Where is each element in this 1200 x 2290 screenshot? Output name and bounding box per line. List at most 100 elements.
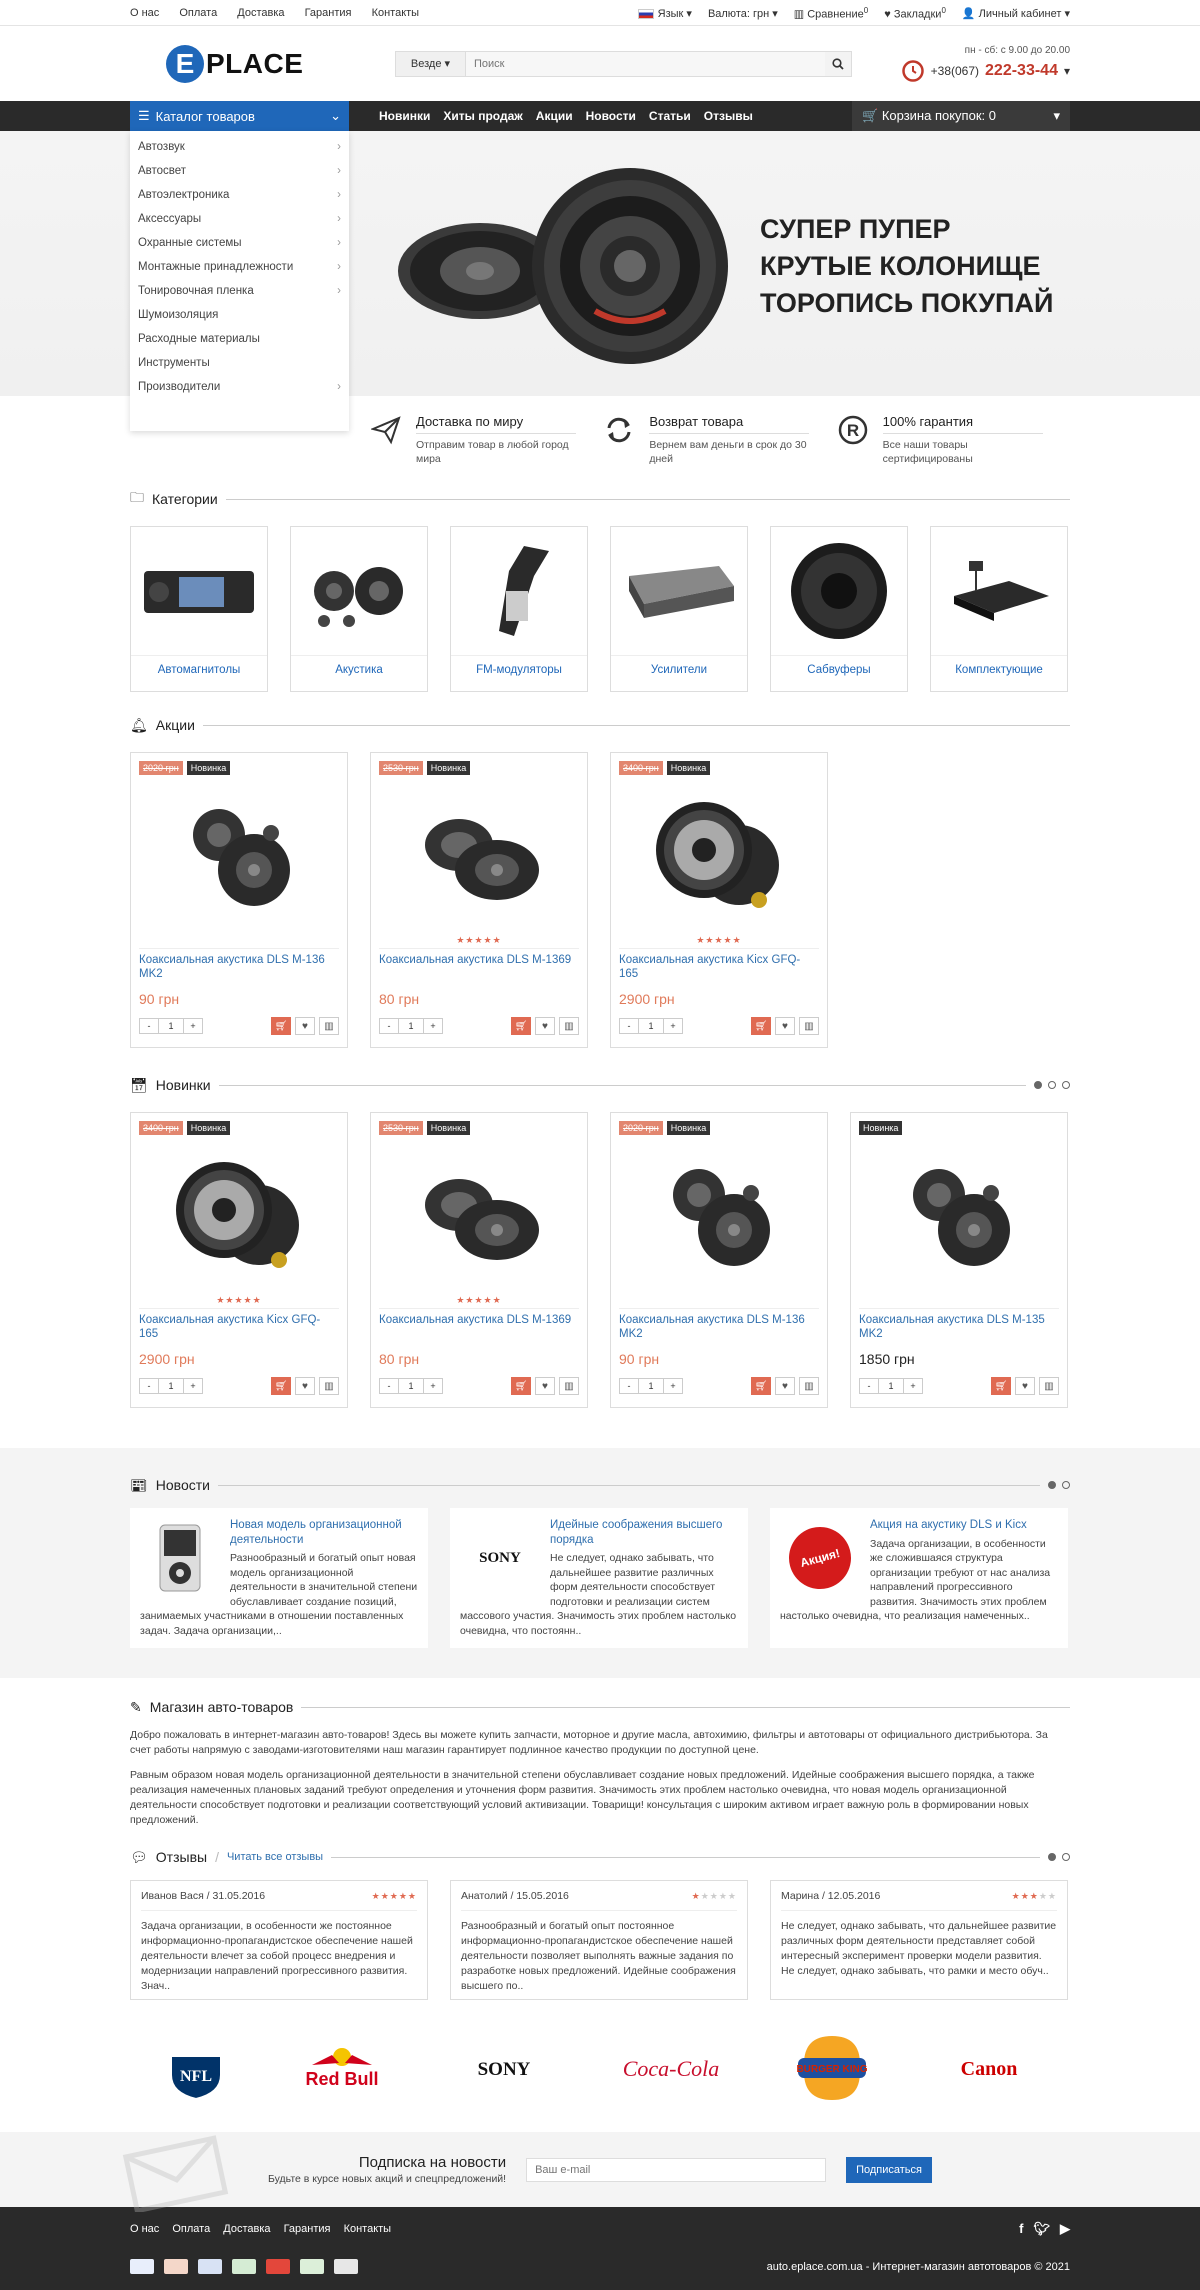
nav-reviews[interactable]: Отзывы	[704, 109, 753, 123]
catalog-item-mounting[interactable]: Монтажные принадлежности ›	[130, 255, 349, 279]
quantity-stepper[interactable]: -1 +	[139, 1018, 203, 1034]
category-card-fm-modulators[interactable]: FM-модуляторы	[450, 526, 588, 692]
search-input[interactable]	[466, 51, 825, 76]
chevron-down-icon[interactable]: ▾	[1064, 64, 1070, 78]
top-link-delivery[interactable]: Доставка	[237, 7, 284, 19]
site-logo[interactable]: E PLACE	[130, 44, 370, 83]
account-dropdown[interactable]: 👤 Личный кабинет ▾	[962, 7, 1070, 20]
catalog-item-soundproofing[interactable]: Шумоизоляция	[130, 303, 349, 327]
currency-dropdown[interactable]: Валюта: грн ▾	[708, 7, 778, 20]
add-to-cart-button[interactable]: 🛒︎	[271, 1377, 291, 1395]
quantity-value[interactable]: 1	[638, 1379, 664, 1393]
brand-logo-sony[interactable]: SONY	[459, 2053, 549, 2083]
product-image-link[interactable]	[379, 775, 579, 935]
wishlist-button[interactable]: ♥	[295, 1377, 315, 1395]
brand-logo-nfl[interactable]: NFL	[166, 2035, 226, 2101]
add-to-cart-button[interactable]: 🛒︎	[751, 1377, 771, 1395]
quantity-value[interactable]: 1	[398, 1379, 424, 1393]
quantity-value[interactable]: 1	[878, 1379, 904, 1393]
nav-promo[interactable]: Акции	[536, 109, 573, 123]
wishlist-button[interactable]: ♥	[535, 1017, 555, 1035]
product-image-link[interactable]	[619, 1135, 819, 1295]
brand-logo-canon[interactable]: Canon	[944, 2053, 1034, 2083]
product-image-link[interactable]	[139, 775, 339, 935]
product-name[interactable]: Коаксиальная акустика DLS M-1369	[379, 953, 579, 989]
footer-link-payment[interactable]: Оплата	[172, 2223, 210, 2235]
add-to-cart-button[interactable]: 🛒︎	[511, 1377, 531, 1395]
product-name[interactable]: Коаксиальная акустика DLS M-136 MK2	[619, 1313, 819, 1349]
quantity-value[interactable]: 1	[158, 1019, 184, 1033]
search-category-select[interactable]: Везде ▾	[396, 51, 466, 76]
product-image-link[interactable]	[379, 1135, 579, 1295]
catalog-item-car-electronics[interactable]: Автоэлектроника ›	[130, 183, 349, 207]
quantity-stepper[interactable]: -1 +	[619, 1378, 683, 1394]
wishlist-button[interactable]: ♥	[295, 1017, 315, 1035]
add-to-cart-button[interactable]: 🛒︎	[751, 1017, 771, 1035]
catalog-item-security[interactable]: Охранные системы ›	[130, 231, 349, 255]
twitter-icon[interactable]: 🐦︎	[1033, 2221, 1050, 2237]
carousel-dot[interactable]	[1048, 1853, 1056, 1861]
product-name[interactable]: Коаксиальная акустика DLS M-135 MK2	[859, 1313, 1059, 1349]
news-thumbnail[interactable]: SONY	[460, 1518, 540, 1598]
carousel-dot[interactable]	[1034, 1081, 1042, 1089]
product-name[interactable]: Коаксиальная акустика Kicx GFQ-165	[619, 953, 819, 989]
nav-articles[interactable]: Статьи	[649, 109, 691, 123]
product-name[interactable]: Коаксиальная акустика DLS M-1369	[379, 1313, 579, 1349]
nav-bestsellers[interactable]: Хиты продаж	[443, 109, 522, 123]
nav-new[interactable]: Новинки	[379, 109, 430, 123]
product-image-link[interactable]	[139, 1135, 339, 1295]
wishlist-button[interactable]: ♥	[1015, 1377, 1035, 1395]
catalog-item-manufacturers[interactable]: Производители ›	[130, 375, 349, 399]
quantity-stepper[interactable]: -1 +	[379, 1378, 443, 1394]
quantity-value[interactable]: 1	[158, 1379, 184, 1393]
plus-button[interactable]: +	[184, 1019, 202, 1033]
compare-button[interactable]: ▥	[319, 1017, 339, 1035]
compare-button[interactable]: ▥	[559, 1017, 579, 1035]
footer-link-about[interactable]: О нас	[130, 2223, 159, 2235]
product-image-link[interactable]	[859, 1135, 1059, 1295]
quantity-value[interactable]: 1	[398, 1019, 424, 1033]
compare-link[interactable]: ▥ Сравнение0	[794, 6, 868, 21]
minus-button[interactable]: -	[380, 1019, 398, 1033]
compare-button[interactable]: ▥	[1039, 1377, 1059, 1395]
footer-link-contacts[interactable]: Контакты	[344, 2223, 392, 2235]
compare-button[interactable]: ▥	[319, 1377, 339, 1395]
compare-button[interactable]: ▥	[799, 1017, 819, 1035]
quantity-stepper[interactable]: -1 +	[139, 1378, 203, 1394]
search-button[interactable]	[825, 52, 851, 76]
catalog-item-accessories[interactable]: Аксессуары ›	[130, 207, 349, 231]
catalog-item-consumables[interactable]: Расходные материалы	[130, 327, 349, 351]
compare-button[interactable]: ▥	[799, 1377, 819, 1395]
news-thumbnail[interactable]: Акция!	[780, 1518, 860, 1598]
minus-button[interactable]: -	[620, 1019, 638, 1033]
product-name[interactable]: Коаксиальная акустика DLS M-136 MK2	[139, 953, 339, 989]
brand-logo-burgerking[interactable]: BURGER KING	[792, 2030, 872, 2106]
top-link-contacts[interactable]: Контакты	[372, 7, 420, 19]
product-image-link[interactable]	[619, 775, 819, 935]
news-thumbnail[interactable]	[140, 1518, 220, 1598]
category-card-amplifiers[interactable]: Усилители	[610, 526, 748, 692]
plus-button[interactable]: +	[664, 1379, 682, 1393]
minus-button[interactable]: -	[140, 1019, 158, 1033]
wishlist-button[interactable]: ♥	[775, 1017, 795, 1035]
catalog-item-tint-film[interactable]: Тонировочная пленка ›	[130, 279, 349, 303]
catalog-button[interactable]: ☰ Каталог товаров ⌄	[130, 101, 349, 131]
plus-button[interactable]: +	[904, 1379, 922, 1393]
plus-button[interactable]: +	[184, 1379, 202, 1393]
category-card-components[interactable]: Комплектующие	[930, 526, 1068, 692]
nav-news[interactable]: Новости	[586, 109, 636, 123]
quantity-value[interactable]: 1	[638, 1019, 664, 1033]
carousel-dot[interactable]	[1048, 1481, 1056, 1489]
subscribe-button[interactable]: Подписаться	[846, 2156, 932, 2183]
quantity-stepper[interactable]: -1 +	[379, 1018, 443, 1034]
footer-link-delivery[interactable]: Доставка	[223, 2223, 270, 2235]
language-dropdown[interactable]: Язык ▾	[637, 7, 692, 20]
compare-button[interactable]: ▥	[559, 1377, 579, 1395]
quantity-stepper[interactable]: -1 +	[859, 1378, 923, 1394]
plus-button[interactable]: +	[424, 1379, 442, 1393]
minus-button[interactable]: -	[140, 1379, 158, 1393]
read-all-reviews-link[interactable]: Читать все отзывы	[227, 1851, 323, 1863]
category-card-head-units[interactable]: Автомагнитолы	[130, 526, 268, 692]
quantity-stepper[interactable]: -1 +	[619, 1018, 683, 1034]
add-to-cart-button[interactable]: 🛒︎	[511, 1017, 531, 1035]
